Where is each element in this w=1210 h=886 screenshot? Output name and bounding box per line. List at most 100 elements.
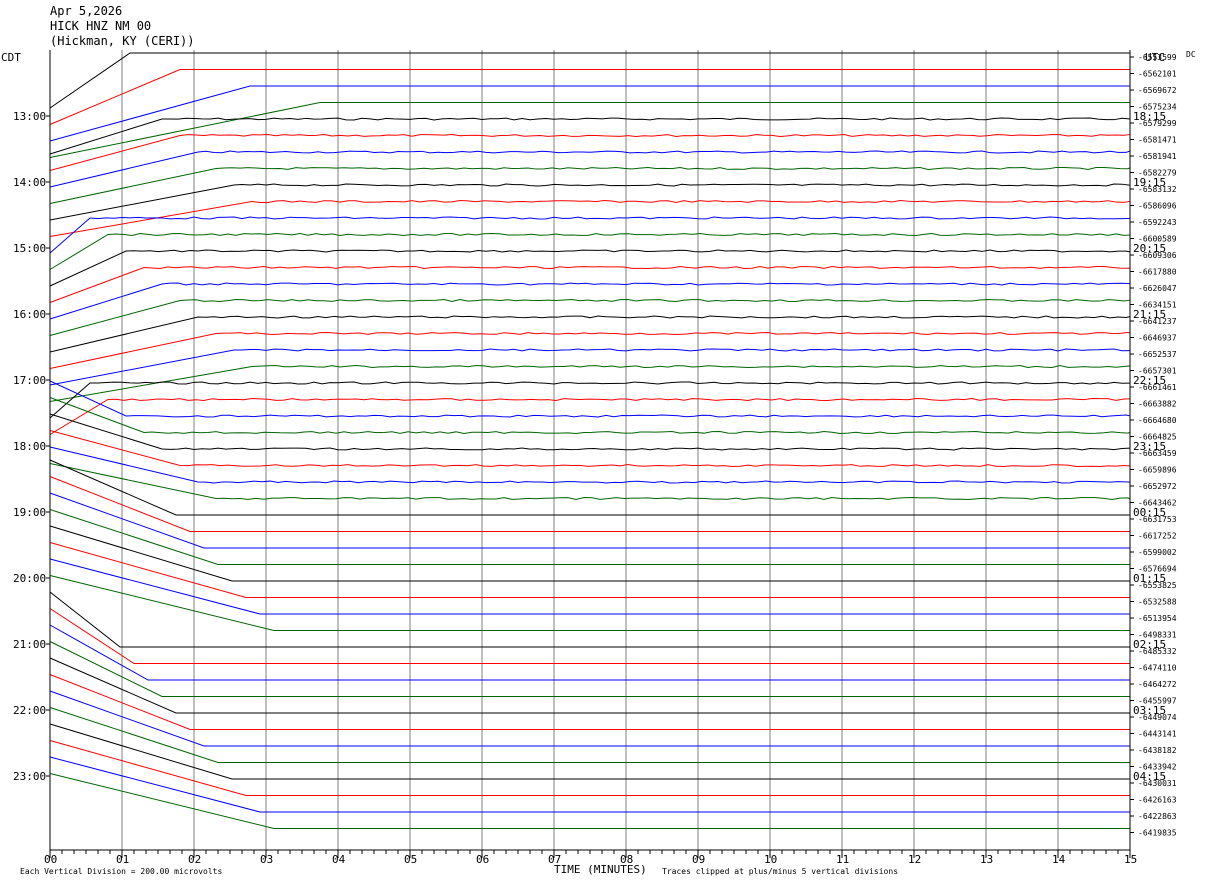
trace-offset-label: -6498331 — [1138, 631, 1177, 640]
trace-offset-label: -6553825 — [1138, 581, 1177, 590]
trace-offset-label: -6626047 — [1138, 284, 1177, 293]
seismic-trace — [49, 509, 1130, 565]
trace-offset-label: -6643462 — [1138, 499, 1177, 508]
trace-offset-label: -6646937 — [1138, 334, 1177, 343]
trace-offset-label: -6661461 — [1138, 383, 1177, 392]
left-hour-label: 14:00 — [13, 176, 46, 189]
x-tick-label: 09 — [692, 853, 705, 866]
clip-note: Traces clipped at plus/minus 5 vertical … — [662, 867, 898, 876]
trace-offset-label: -6569672 — [1138, 86, 1177, 95]
seismic-trace — [49, 542, 1130, 598]
x-tick-label: 11 — [836, 853, 849, 866]
left-hour-label: 21:00 — [13, 638, 46, 651]
seismogram-chart: Apr 5,2026 HICK HNZ NM 00 (Hickman, KY (… — [1, 4, 1196, 876]
left-hour-label: 23:00 — [13, 770, 46, 783]
location-label: (Hickman, KY (CERI)) — [50, 34, 195, 48]
x-tick-label: 12 — [908, 853, 921, 866]
seismic-trace — [49, 674, 1130, 730]
dc-label: DC — [1186, 50, 1196, 59]
left-hour-label: 20:00 — [13, 572, 46, 585]
seismic-trace — [49, 52, 1130, 109]
trace-offset-label: -6664680 — [1138, 416, 1177, 425]
trace-lines — [49, 52, 1131, 829]
scale-note: Each Vertical Division = 200.00 microvol… — [20, 867, 222, 876]
seismic-trace — [49, 773, 1130, 829]
trace-offset-label: -6600589 — [1138, 235, 1177, 244]
left-hour-labels: 13:00 14:00 15:00 16:00 17:00 18:00 19:00 20:00… — [13, 110, 46, 783]
trace-offset-label: -6663882 — [1138, 400, 1177, 409]
date-label: Apr 5,2026 — [50, 4, 122, 18]
seismic-trace — [49, 525, 1130, 582]
seismic-trace — [49, 707, 1130, 763]
left-hour-label: 19:00 — [13, 506, 46, 519]
seismic-trace — [49, 591, 1130, 648]
trace-offset-label: -6663459 — [1138, 449, 1177, 458]
seismic-trace — [49, 723, 1130, 780]
trace-offset-label: -6583132 — [1138, 185, 1177, 194]
trace-offset-label: -6592243 — [1138, 218, 1177, 227]
trace-offset-label: -6657301 — [1138, 367, 1177, 376]
left-hour-label: 15:00 — [13, 242, 46, 255]
left-hour-label: 16:00 — [13, 308, 46, 321]
trace-offset-label: -6438182 — [1138, 746, 1177, 755]
axes — [46, 50, 1134, 858]
trace-offset-label: -6581941 — [1138, 152, 1177, 161]
trace-offset-label: -6617252 — [1138, 532, 1177, 541]
trace-offset-label: -6430031 — [1138, 779, 1177, 788]
seismic-trace — [49, 85, 1130, 142]
station-label: HICK HNZ NM 00 — [50, 19, 151, 33]
seismic-trace — [49, 476, 1130, 532]
trace-offset-label: -6426163 — [1138, 796, 1177, 805]
trace-offset-label: -6575234 — [1138, 103, 1177, 112]
seismic-trace — [49, 624, 1130, 681]
x-tick-label: 03 — [260, 853, 273, 866]
x-tick-label: 14 — [1052, 853, 1066, 866]
left-hour-label: 13:00 — [13, 110, 46, 123]
trace-offset-label: -6634151 — [1138, 301, 1177, 310]
x-tick-label: 04 — [332, 853, 346, 866]
trace-offset-label: -6641237 — [1138, 317, 1177, 326]
seismic-trace — [49, 657, 1130, 714]
trace-offset-label: -6579299 — [1138, 119, 1177, 128]
seismic-trace — [49, 641, 1130, 697]
seismic-trace — [49, 102, 1130, 158]
x-tick-label: 10 — [764, 853, 777, 866]
x-tick-label: 02 — [188, 853, 201, 866]
left-hour-label: 18:00 — [13, 440, 46, 453]
x-tick-label: 13 — [980, 853, 993, 866]
seismic-trace — [49, 608, 1130, 664]
seismic-trace — [49, 117, 1131, 155]
trace-offset-label: -6581471 — [1138, 136, 1177, 145]
trace-offset-label: -6582279 — [1138, 169, 1177, 178]
seismic-trace — [49, 690, 1130, 747]
seismic-trace — [49, 575, 1130, 631]
x-tick-label: 05 — [404, 853, 417, 866]
x-tick-label: 01 — [116, 853, 129, 866]
trace-offset-label: -6443141 — [1138, 730, 1177, 739]
seismic-trace — [49, 69, 1130, 125]
seismic-trace — [49, 740, 1130, 796]
trace-offset-label: -6599002 — [1138, 548, 1177, 557]
trace-offset-label: -6652972 — [1138, 482, 1177, 491]
seismic-trace — [49, 756, 1130, 813]
trace-offset-label: -6586096 — [1138, 202, 1177, 211]
trace-offset-label: -6532588 — [1138, 598, 1177, 607]
trace-offset-label: -6631753 — [1138, 515, 1177, 524]
seismic-trace — [49, 459, 1130, 516]
trace-offset-label: -6659896 — [1138, 466, 1177, 475]
x-tick-label: 15 — [1124, 853, 1137, 866]
trace-offset-label: -6652537 — [1138, 350, 1177, 359]
trace-offset-label: -6617880 — [1138, 268, 1177, 277]
trace-offset-label: -6609306 — [1138, 251, 1177, 260]
seismic-trace — [49, 381, 1131, 419]
trace-offset-label: -6562101 — [1138, 70, 1177, 79]
x-tick-label: 06 — [476, 853, 489, 866]
left-hour-label: 22:00 — [13, 704, 46, 717]
x-axis-title: TIME (MINUTES) — [554, 863, 647, 876]
trace-offset-label: -6664825 — [1138, 433, 1177, 442]
seismic-trace — [49, 183, 1131, 221]
trace-offset-label: -6474110 — [1138, 664, 1177, 673]
trace-offset-label: -6513954 — [1138, 614, 1177, 623]
x-tick-label: 00 — [44, 853, 57, 866]
trace-offset-label: -6464272 — [1138, 680, 1177, 689]
